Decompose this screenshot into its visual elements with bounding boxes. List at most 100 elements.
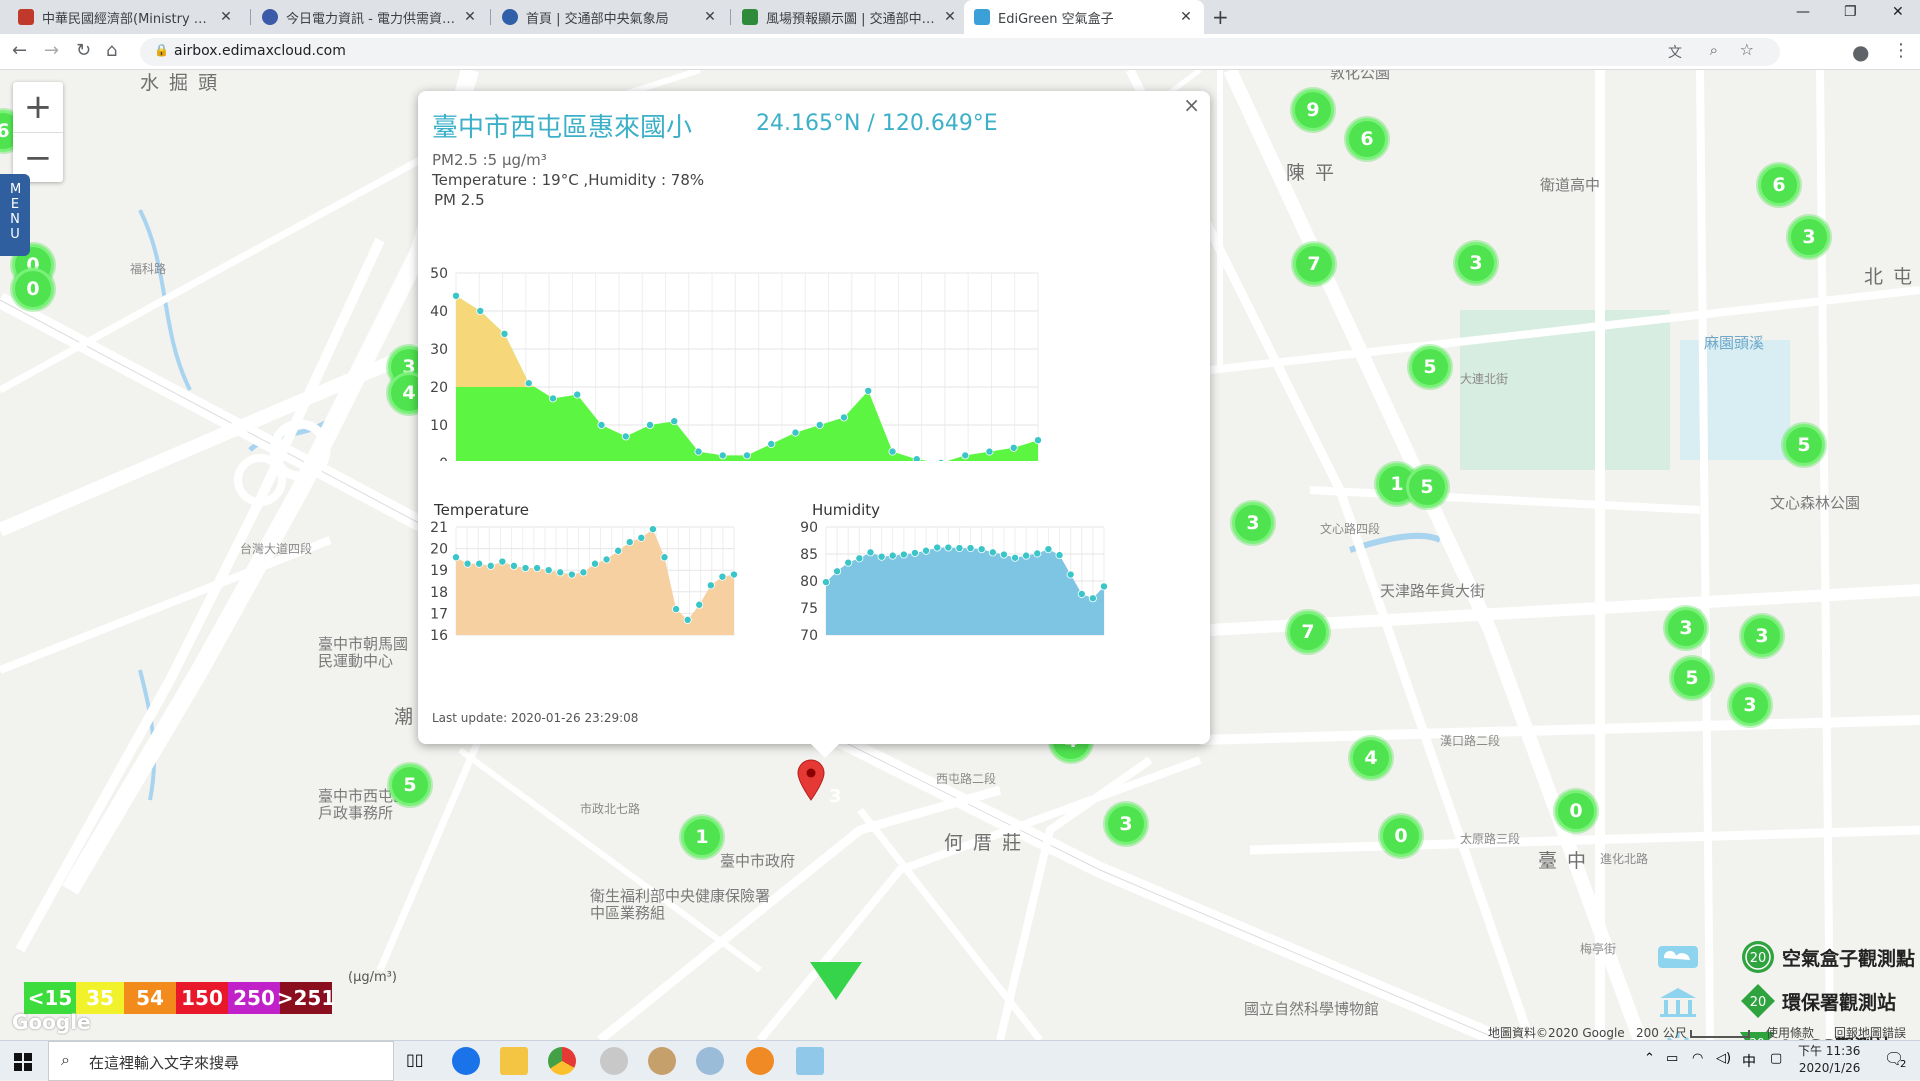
station-marker[interactable]: 3 xyxy=(1455,242,1497,284)
tab-cwb[interactable]: 首頁 | 交通部中央氣象局 ✕ xyxy=(492,0,728,34)
file-explorer-icon[interactable] xyxy=(500,1047,528,1075)
road-label: 進化北路 xyxy=(1600,852,1649,866)
station-marker[interactable]: 6 xyxy=(1346,118,1388,160)
edge-icon[interactable] xyxy=(452,1047,480,1075)
cloud-station-icon xyxy=(1658,946,1698,968)
close-tab-icon[interactable]: ✕ xyxy=(942,9,958,25)
blender-icon[interactable] xyxy=(746,1047,774,1075)
app-icon[interactable] xyxy=(648,1047,676,1075)
data-point xyxy=(855,554,864,563)
station-marker[interactable]: 3 xyxy=(1232,502,1274,544)
translate-icon[interactable]: 文 xyxy=(1668,42,1682,62)
zoom-icon[interactable]: ⌕ xyxy=(1710,41,1718,59)
tab-edigreen[interactable]: EdiGreen 空氣盒子 ✕ xyxy=(964,0,1204,34)
browser-menu-icon[interactable]: ⋮ xyxy=(1892,40,1910,61)
restore-icon[interactable]: ❐ xyxy=(1844,4,1857,20)
location-pin-icon[interactable] xyxy=(796,758,826,802)
legend-label-epa: 環保署觀測站 xyxy=(1782,991,1897,1014)
station-marker[interactable]: 5 xyxy=(1783,424,1825,466)
tray-chevron-icon[interactable]: ⌃ xyxy=(1644,1051,1655,1066)
data-point xyxy=(922,546,931,555)
home-icon[interactable]: ⌂ xyxy=(106,40,117,61)
report-error-link[interactable]: 回報地圖錯誤 xyxy=(1834,1024,1906,1040)
tab-moea[interactable]: 中華民國經濟部(Ministry of Eco ✕ xyxy=(8,0,244,34)
menu-button[interactable]: MENU xyxy=(0,174,30,256)
station-marker[interactable]: 4 xyxy=(1350,737,1392,779)
data-point xyxy=(821,578,830,587)
data-point xyxy=(579,568,588,577)
data-point xyxy=(694,447,703,456)
pm-chart-title: PM 2.5 xyxy=(434,191,485,209)
station-marker[interactable]: 0 xyxy=(1380,815,1422,857)
back-icon[interactable]: ← xyxy=(12,40,27,61)
profile-icon[interactable]: ● xyxy=(1852,40,1869,64)
station-marker[interactable]: 7 xyxy=(1293,243,1335,285)
pm25-reading: PM2.5 :5 µg/m³ xyxy=(432,151,547,169)
close-tab-icon[interactable]: ✕ xyxy=(1178,9,1194,25)
data-point xyxy=(573,390,582,399)
input-mode-icon[interactable]: ▢ xyxy=(1770,1051,1782,1066)
clock[interactable]: 下午 11:36 2020/1/26 xyxy=(1798,1043,1860,1077)
station-marker[interactable]: 3 xyxy=(1729,684,1771,726)
station-marker[interactable]: 3 xyxy=(1665,607,1707,649)
temperature-chart: 16 17 18 19 20 21 xyxy=(430,521,738,644)
close-tab-icon[interactable]: ✕ xyxy=(702,9,718,25)
data-point xyxy=(966,544,975,553)
station-marker[interactable]: 3 xyxy=(1741,615,1783,657)
url-text[interactable]: airbox.edimaxcloud.com xyxy=(174,43,346,59)
new-tab-icon[interactable]: + xyxy=(1212,5,1229,29)
bookmark-star-icon[interactable]: ☆ xyxy=(1740,40,1754,59)
station-marker[interactable]: 5 xyxy=(1409,346,1451,388)
minimize-icon[interactable]: — xyxy=(1796,4,1810,20)
station-marker[interactable]: 0 xyxy=(12,268,54,310)
chrome-icon[interactable] xyxy=(548,1047,576,1075)
station-coordinates: 24.165°N / 120.649°E xyxy=(756,111,998,136)
data-point xyxy=(961,451,970,460)
data-point xyxy=(660,553,669,562)
zoom-in-button[interactable]: + xyxy=(13,82,63,132)
tab-power[interactable]: 今日電力資訊 - 電力供需資訊 - 1 ✕ xyxy=(252,0,488,34)
data-point xyxy=(985,447,994,456)
map-label: 潮 xyxy=(394,706,416,728)
network-icon[interactable]: ◠ xyxy=(1692,1051,1703,1066)
data-point xyxy=(463,559,472,568)
windows-start-icon[interactable] xyxy=(14,1053,32,1071)
aqi-level-3: 150 xyxy=(176,982,228,1014)
tab-wind[interactable]: 風場預報顯示圖 | 交通部中央氣 ✕ xyxy=(732,0,968,34)
wind-favicon-icon xyxy=(742,9,758,25)
y-tick-label: 40 xyxy=(430,304,448,320)
taskbar-search[interactable]: ⌕ 在這裡輸入文字來搜尋 xyxy=(48,1041,394,1081)
station-marker[interactable]: 9 xyxy=(1292,89,1334,131)
station-marker[interactable]: 0 xyxy=(1555,790,1597,832)
close-tab-icon[interactable]: ✕ xyxy=(218,9,234,25)
app-icon[interactable] xyxy=(600,1047,628,1075)
power-favicon-icon xyxy=(262,9,278,25)
station-marker[interactable]: 7 xyxy=(1287,611,1329,653)
app-icon[interactable] xyxy=(796,1047,824,1075)
station-marker[interactable]: 3 xyxy=(1105,803,1147,845)
station-marker[interactable]: 5 xyxy=(389,764,431,806)
close-window-icon[interactable]: ✕ xyxy=(1892,4,1904,20)
map-label: 北 屯 xyxy=(1864,266,1915,288)
ime-indicator[interactable]: 中 xyxy=(1742,1051,1756,1071)
station-marker[interactable]: 6 xyxy=(1758,164,1800,206)
lass-station-marker[interactable] xyxy=(810,962,862,1000)
volume-icon[interactable]: ◁) xyxy=(1716,1051,1731,1066)
close-popup-button[interactable]: × xyxy=(1183,93,1200,117)
station-marker[interactable]: 3 xyxy=(1788,216,1830,258)
task-view-icon[interactable]: ▯▯ xyxy=(406,1050,424,1069)
terms-link[interactable]: 使用條款 xyxy=(1766,1024,1814,1040)
forward-icon[interactable]: → xyxy=(44,40,59,61)
station-marker[interactable]: 5 xyxy=(1671,657,1713,699)
y-tick-label: 19 xyxy=(430,563,448,579)
data-point xyxy=(912,455,921,461)
battery-icon[interactable]: ▭ xyxy=(1666,1051,1678,1066)
reload-icon[interactable]: ↻ xyxy=(76,40,91,61)
app-icon[interactable] xyxy=(696,1047,724,1075)
close-tab-icon[interactable]: ✕ xyxy=(462,9,478,25)
address-bar[interactable]: 🔒 airbox.edimaxcloud.com 文 ⌕ ☆ xyxy=(140,38,1780,66)
data-point xyxy=(476,307,485,316)
station-marker[interactable]: 1 xyxy=(681,816,723,858)
station-marker[interactable]: 5 xyxy=(1406,466,1448,508)
data-point xyxy=(1077,589,1086,598)
